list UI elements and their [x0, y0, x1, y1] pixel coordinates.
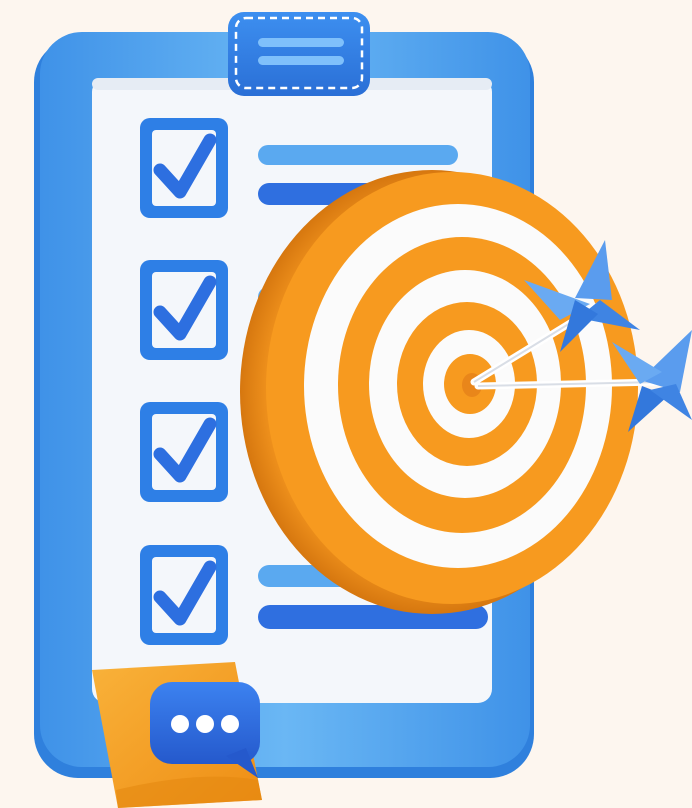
- clipboard-target-illustration: [34, 12, 692, 808]
- checklist-item: [140, 402, 228, 502]
- chat-dot: [221, 715, 239, 733]
- clipboard-clip: [228, 12, 370, 96]
- illustration-stage: [0, 0, 692, 808]
- chat-dot: [196, 715, 214, 733]
- checklist-line: [258, 145, 458, 165]
- chat-dot: [171, 715, 189, 733]
- target-icon: [240, 170, 638, 614]
